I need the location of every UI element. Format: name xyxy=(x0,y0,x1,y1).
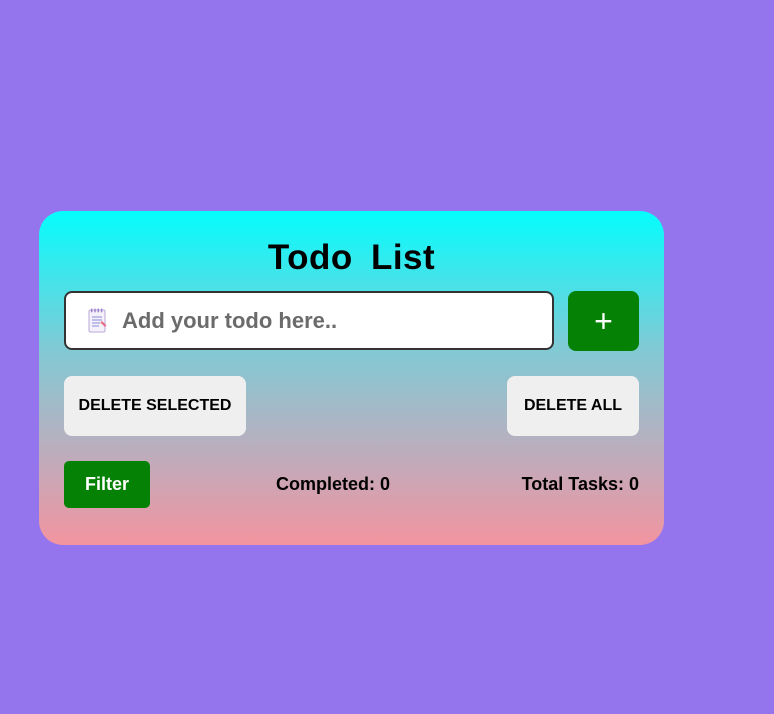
delete-all-button[interactable]: DELETE ALL xyxy=(507,376,639,436)
add-todo-button[interactable]: + xyxy=(568,291,639,351)
filter-button[interactable]: Filter xyxy=(64,461,150,508)
total-tasks-count: Total Tasks: 0 xyxy=(521,474,639,494)
todo-input[interactable] xyxy=(120,306,524,335)
completed-count: Completed: 0 xyxy=(276,474,391,494)
delete-selected-button[interactable]: DELETE SELECTED xyxy=(64,376,246,436)
todo-card: Todo List + DELETE SELECTED DELETE ALL F… xyxy=(39,211,664,545)
notepad-icon xyxy=(88,308,107,332)
page-title: Todo List xyxy=(267,238,436,277)
todo-input-container[interactable] xyxy=(64,291,554,350)
